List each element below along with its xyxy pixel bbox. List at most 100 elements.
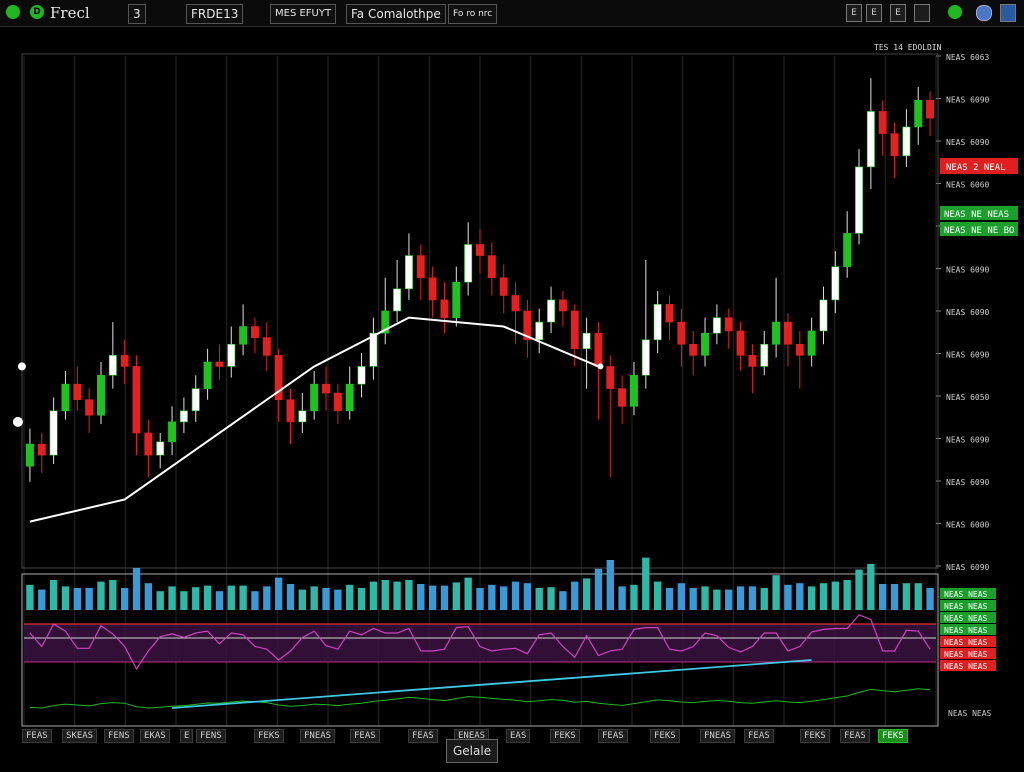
footer-item-3[interactable]: EKAS (140, 729, 170, 743)
volume-bar (571, 581, 579, 610)
window-minimize-icon[interactable]: E (846, 4, 862, 22)
volume-bar (713, 589, 721, 610)
candle-body (866, 111, 875, 168)
footer-center-tab[interactable]: Gelale (446, 739, 499, 763)
volume-bar (855, 569, 863, 610)
anchor-point (12, 416, 23, 427)
candle-body (535, 321, 544, 341)
volume-bar (582, 578, 591, 610)
candle-body (357, 366, 366, 385)
candle-body (168, 421, 177, 443)
candle-body (558, 299, 567, 312)
globe-icon[interactable] (976, 5, 992, 21)
indicator-tag: NEAS NEAS (944, 638, 988, 647)
timeframe-selector[interactable]: MES EFUYT (270, 4, 337, 24)
footer-item-18[interactable]: FEAS (840, 729, 870, 743)
volume-bar (298, 589, 307, 610)
footer-item-5[interactable]: FENS (196, 729, 226, 743)
volume-bar (630, 584, 638, 610)
footer-item-9[interactable]: FEAS (408, 729, 438, 743)
candle-body (61, 383, 70, 412)
price-axis-label: NEAS 6060 (946, 181, 990, 190)
footer-item-14[interactable]: FEKS (650, 729, 680, 743)
candle-body (902, 126, 911, 157)
candle-body (772, 321, 781, 345)
footer-item-6[interactable]: FEKS (254, 729, 284, 743)
footer-item-0[interactable]: FEAS (22, 729, 52, 743)
footer-item-13[interactable]: FEAS (598, 729, 628, 743)
volume-bar (807, 586, 816, 610)
green-d-icon[interactable]: D (30, 5, 44, 19)
price-axis-label: NEAS 6090 (946, 138, 990, 147)
window-tile-icon[interactable] (914, 4, 930, 22)
candle-body (819, 299, 828, 332)
candle-body (736, 330, 745, 356)
candle-body (748, 355, 757, 367)
price-axis-label: NEAS 6063 (946, 53, 990, 62)
footer-item-17[interactable]: FEKS (800, 729, 830, 743)
candle-body (452, 281, 461, 318)
window-restore-icon[interactable]: E (866, 4, 882, 22)
candle-body (215, 361, 224, 367)
footer-item-16[interactable]: FEAS (744, 729, 774, 743)
footer-item-green[interactable]: FEKS (878, 729, 908, 743)
candle-body (807, 330, 816, 356)
candle-body (416, 255, 425, 279)
footer-item-2[interactable]: FENS (104, 729, 134, 743)
candle-body (476, 244, 484, 256)
indicator-axis: NEAS NEAS NEAS NEAS NEAS NEAS NEAS NEAS NEAS… (940, 588, 996, 671)
footer-item-8[interactable]: FEAS (350, 729, 380, 743)
symbol-input[interactable]: FRDE13 (186, 4, 244, 24)
volume-bar (357, 588, 366, 610)
volume-bar (831, 581, 839, 610)
volume-bar (405, 580, 413, 610)
settings-button[interactable]: Fo ro nrc (448, 4, 498, 24)
green-status-icon[interactable] (948, 5, 962, 19)
volume-bar (381, 580, 389, 610)
candle-body (85, 399, 94, 416)
volume-bar (26, 584, 34, 610)
volume-bar (523, 583, 532, 610)
chart-area[interactable]: NEAS 6063 NEAS 6090 NEAS 6090 NEAS 6060 NEAS… (0, 26, 1024, 768)
top-toolbar: D Frecl 3 FRDE13 MES EFUYT Fa Comalothpe… (0, 0, 1024, 27)
footer-item-15[interactable]: FNEAS (700, 729, 736, 743)
period-selector[interactable]: 3 (128, 4, 146, 24)
volume-bar (736, 586, 745, 610)
volume-bar (192, 587, 200, 610)
footer-item-7[interactable]: FNEAS (300, 729, 336, 743)
footer-item-4[interactable]: E (180, 729, 194, 743)
volume-bar (227, 585, 235, 610)
volume-bar (665, 588, 674, 610)
candle-body (547, 299, 556, 323)
indicator-tag: NEAS NEAS (944, 626, 988, 635)
trend-layer (12, 316, 604, 523)
candle-body (345, 383, 354, 412)
candle-body (677, 321, 686, 345)
price-axis-label: NEAS 6090 (946, 478, 990, 487)
candle-body (428, 277, 437, 301)
volume-bar (251, 591, 259, 610)
candle-body (570, 310, 579, 349)
candle-body (890, 133, 899, 157)
candle-body (783, 321, 792, 345)
indicator-axis-bottom-label: NEAS NEAS (948, 709, 992, 718)
candle-body (144, 432, 153, 456)
volume-bar (511, 581, 520, 610)
footer-item-11[interactable]: EAS (506, 729, 531, 743)
volume-bar (73, 588, 81, 610)
window-grid-icon[interactable]: E (890, 4, 906, 22)
volume-bar (819, 583, 828, 610)
anchor-point (17, 362, 26, 371)
volume-bar (263, 586, 271, 610)
volume-bar (902, 583, 911, 610)
candle-body (606, 366, 615, 389)
chart-svg[interactable]: NEAS 6063 NEAS 6090 NEAS 6090 NEAS 6060 NEAS… (0, 26, 1024, 768)
footer-item-1[interactable]: SKEAS (62, 729, 98, 743)
volume-bar (784, 584, 792, 610)
green-circle-icon[interactable] (6, 5, 20, 19)
footer-item-12[interactable]: FEKS (550, 729, 580, 743)
candle-body (179, 410, 188, 423)
candle-body (310, 383, 319, 412)
close-icon[interactable] (1000, 4, 1016, 22)
compare-button[interactable]: Fa Comalothpe (346, 4, 446, 24)
